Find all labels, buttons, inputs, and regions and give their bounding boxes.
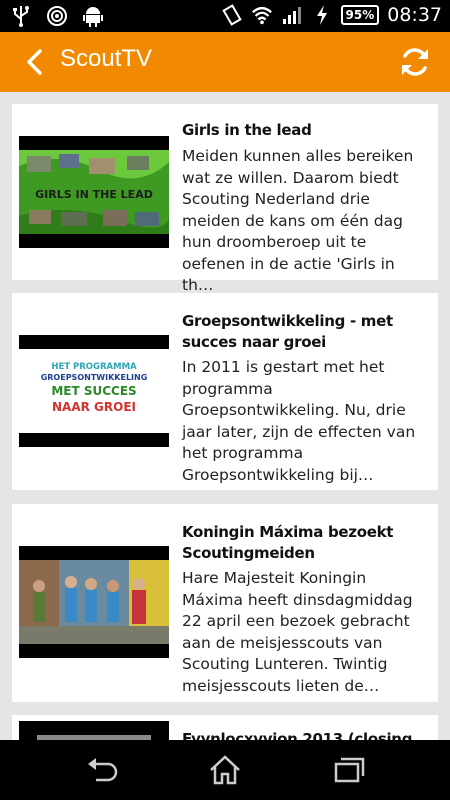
home-icon[interactable]: [208, 754, 242, 786]
video-title: Girls in the lead: [182, 121, 312, 139]
signal-icon: [281, 4, 303, 26]
wifi-icon: [251, 4, 273, 26]
video-list[interactable]: GIRLS IN THE LEAD Girls in the lead Meid…: [0, 92, 450, 740]
thumbnail-line: NAAR GROEI: [52, 400, 136, 414]
thumbnail-line: MET SUCCES: [51, 384, 136, 398]
video-card[interactable]: HET PROGRAMMA GROEPSONTWIKKELING MET SUC…: [12, 293, 438, 490]
usb-icon: [10, 5, 32, 27]
charging-icon: [311, 4, 333, 26]
thumbnail-line: HET PROGRAMMA: [51, 362, 137, 372]
back-nav-icon[interactable]: [84, 754, 118, 786]
video-thumbnail: [19, 721, 169, 740]
navigation-bar: [0, 740, 450, 800]
video-thumbnail: [19, 546, 169, 658]
video-title: Fyynlocxvvion 2013 (closing video): [182, 730, 413, 740]
app-bar: ScoutTV: [0, 32, 450, 92]
thumbnail-caption: GIRLS IN THE LEAD: [35, 188, 153, 201]
recent-apps-icon[interactable]: [333, 754, 367, 786]
vibrate-icon: [221, 4, 243, 26]
refresh-icon[interactable]: [398, 45, 432, 79]
android-icon: [82, 5, 104, 27]
page-title: ScoutTV: [60, 45, 153, 72]
clock: 08:37: [387, 4, 442, 26]
video-thumbnail: HET PROGRAMMA GROEPSONTWIKKELING MET SUC…: [19, 335, 169, 447]
video-description: Hare Majesteit Koningin Máxima heeft din…: [182, 569, 413, 695]
video-title: Koningin Máxima bezoekt Scoutingmeiden: [182, 523, 394, 562]
battery-level: 95%: [340, 5, 380, 25]
hotspot-icon: [46, 5, 68, 27]
video-description: In 2011 is gestart met het programma Gro…: [182, 358, 416, 484]
back-arrow-icon[interactable]: [22, 48, 50, 76]
thumbnail-line: GROEPSONTWIKKELING: [41, 373, 148, 382]
video-card[interactable]: GIRLS IN THE LEAD Girls in the lead Meid…: [12, 104, 438, 294]
status-bar: 95% 08:37: [0, 0, 450, 32]
video-description: Meiden kunnen alles bereiken wat ze will…: [182, 147, 414, 294]
video-thumbnail: GIRLS IN THE LEAD: [19, 136, 169, 248]
video-card[interactable]: Fyynlocxvvion 2013 (closing video): [12, 715, 438, 740]
video-card[interactable]: Koningin Máxima bezoekt Scoutingmeiden H…: [12, 504, 438, 702]
video-title: Groepsontwikkeling - met succes naar gro…: [182, 312, 393, 351]
